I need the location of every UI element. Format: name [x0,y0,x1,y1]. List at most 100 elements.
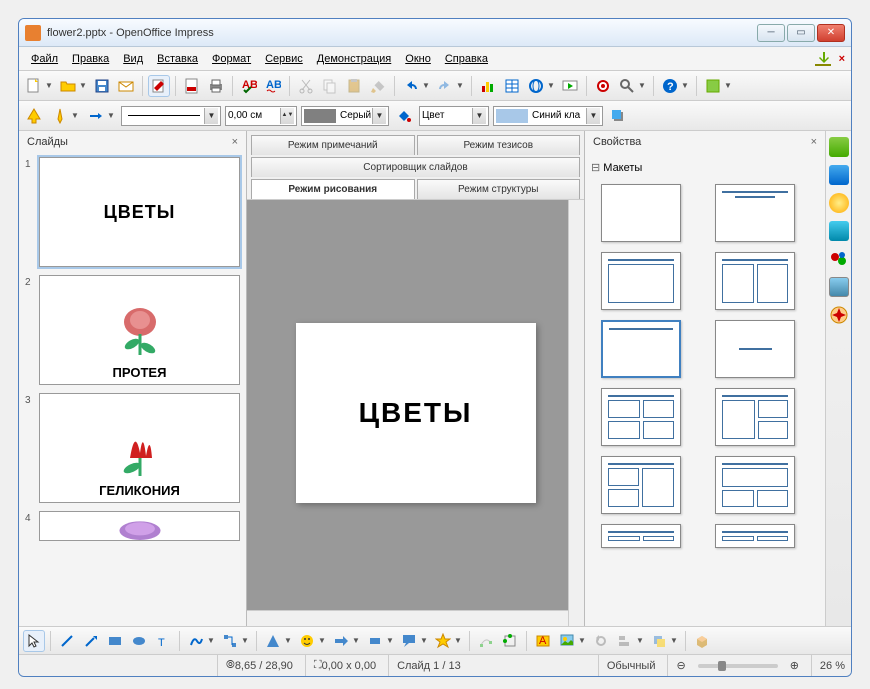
slide-thumb-3[interactable]: 3 ГЕЛИКОНИЯ [25,393,240,503]
new-button[interactable] [23,75,45,97]
menu-insert[interactable]: Вставка [151,50,204,68]
extrusion-tool[interactable] [691,630,713,652]
line-style-combo[interactable]: ▼ [121,106,221,126]
chart-button[interactable] [477,75,499,97]
slide-thumb-4[interactable]: 4 [25,511,240,541]
menu-file[interactable]: Файл [25,50,64,68]
menu-window[interactable]: Окно [399,50,437,68]
zoom-in-button[interactable]: ⊕ [790,659,799,672]
slideshow-button[interactable] [559,75,581,97]
close-properties-icon[interactable]: × [811,136,817,148]
flowchart-tool[interactable] [364,630,386,652]
download-icon[interactable] [815,51,831,67]
navigator-icon[interactable] [829,305,849,325]
line-end-icon[interactable] [85,105,107,127]
arrow-line-tool[interactable] [80,630,102,652]
edit-button[interactable] [148,75,170,97]
transition-icon[interactable] [829,221,849,241]
autospell-button[interactable]: ABC [262,75,284,97]
zoom-out-button[interactable]: ⊖ [667,655,685,676]
arrows-tool[interactable] [330,630,352,652]
connector-tool[interactable] [219,630,241,652]
line-color-combo[interactable]: Серый▼ [301,106,389,126]
bucket-icon[interactable] [393,105,415,127]
undo-button[interactable] [400,75,422,97]
open-button[interactable] [57,75,79,97]
fontwork-tool[interactable]: A [532,630,554,652]
zoom-button[interactable] [616,75,638,97]
layout-top-2bottom[interactable] [715,456,795,514]
slides-list[interactable]: 1 ЦВЕТЫ 2 ПРОТЕЯ 3 ГЕЛИКОНИЯ [19,153,246,626]
vertical-scrollbar[interactable] [568,200,584,626]
points-tool[interactable] [475,630,497,652]
pdf-button[interactable] [181,75,203,97]
table-button[interactable] [501,75,523,97]
animation-icon[interactable] [829,193,849,213]
gallery-icon[interactable] [829,277,849,297]
layout-2-1[interactable] [601,456,681,514]
text-tool[interactable]: T [152,630,174,652]
menu-help[interactable]: Справка [439,50,494,68]
arrow-tool-icon[interactable] [23,105,45,127]
curve-tool[interactable] [185,630,207,652]
close-menubar-icon[interactable]: × [839,53,845,65]
help-button[interactable]: ? [659,75,681,97]
tab-outline[interactable]: Режим структуры [417,179,581,199]
cut-button[interactable] [295,75,317,97]
spellcheck-button[interactable]: ABC [238,75,260,97]
layout-title[interactable] [715,184,795,242]
tab-notes[interactable]: Режим примечаний [251,135,415,155]
shadow-icon[interactable] [607,105,629,127]
layout-1-2[interactable] [715,388,795,446]
layout-title-content[interactable] [601,252,681,310]
hyperlink-button[interactable] [525,75,547,97]
layout-2x2[interactable] [601,388,681,446]
line-tool[interactable] [56,630,78,652]
gallery-button[interactable] [702,75,724,97]
tab-drawing[interactable]: Режим рисования [251,179,415,199]
close-slides-icon[interactable]: × [232,136,238,148]
layout-blank[interactable] [601,184,681,242]
shapes-tool[interactable] [262,630,284,652]
zoom-value[interactable]: 26 % [811,655,845,676]
ellipse-tool[interactable] [128,630,150,652]
minimize-button[interactable]: ─ [757,24,785,42]
arrange-tool[interactable] [648,630,670,652]
rect-tool[interactable] [104,630,126,652]
masters-icon[interactable] [829,165,849,185]
star-tool[interactable] [432,630,454,652]
glue-tool[interactable] [499,630,521,652]
slide-canvas[interactable]: ЦВЕТЫ [247,200,584,626]
align-tool[interactable] [614,630,636,652]
select-tool[interactable] [23,630,45,652]
menu-edit[interactable]: Правка [66,50,115,68]
menu-slideshow[interactable]: Демонстрация [311,50,398,68]
properties-icon[interactable] [829,137,849,157]
redo-button[interactable] [434,75,456,97]
brush-button[interactable] [367,75,389,97]
symbol-tool[interactable] [296,630,318,652]
pen-icon[interactable] [49,105,71,127]
copy-button[interactable] [319,75,341,97]
email-button[interactable] [115,75,137,97]
close-button[interactable]: ✕ [817,24,845,42]
menu-tools[interactable]: Сервис [259,50,309,68]
callout-tool[interactable] [398,630,420,652]
menu-format[interactable]: Формат [206,50,257,68]
print-button[interactable] [205,75,227,97]
menu-view[interactable]: Вид [117,50,149,68]
horizontal-scrollbar[interactable] [247,610,568,626]
navigator-button[interactable] [592,75,614,97]
current-slide[interactable]: ЦВЕТЫ [296,323,536,503]
paste-button[interactable] [343,75,365,97]
rotate-tool[interactable] [590,630,612,652]
line-width-combo[interactable]: 0,00 см▲▼ [225,106,297,126]
slide-thumb-1[interactable]: 1 ЦВЕТЫ [25,157,240,267]
layout-two-content[interactable] [715,252,795,310]
layout-partial-b[interactable] [715,524,795,548]
fill-color-combo[interactable]: Синий кла▼ [493,106,603,126]
layout-title-only[interactable] [601,320,681,378]
maximize-button[interactable]: ▭ [787,24,815,42]
layout-partial-a[interactable] [601,524,681,548]
fill-mode-combo[interactable]: Цвет▼ [419,106,489,126]
